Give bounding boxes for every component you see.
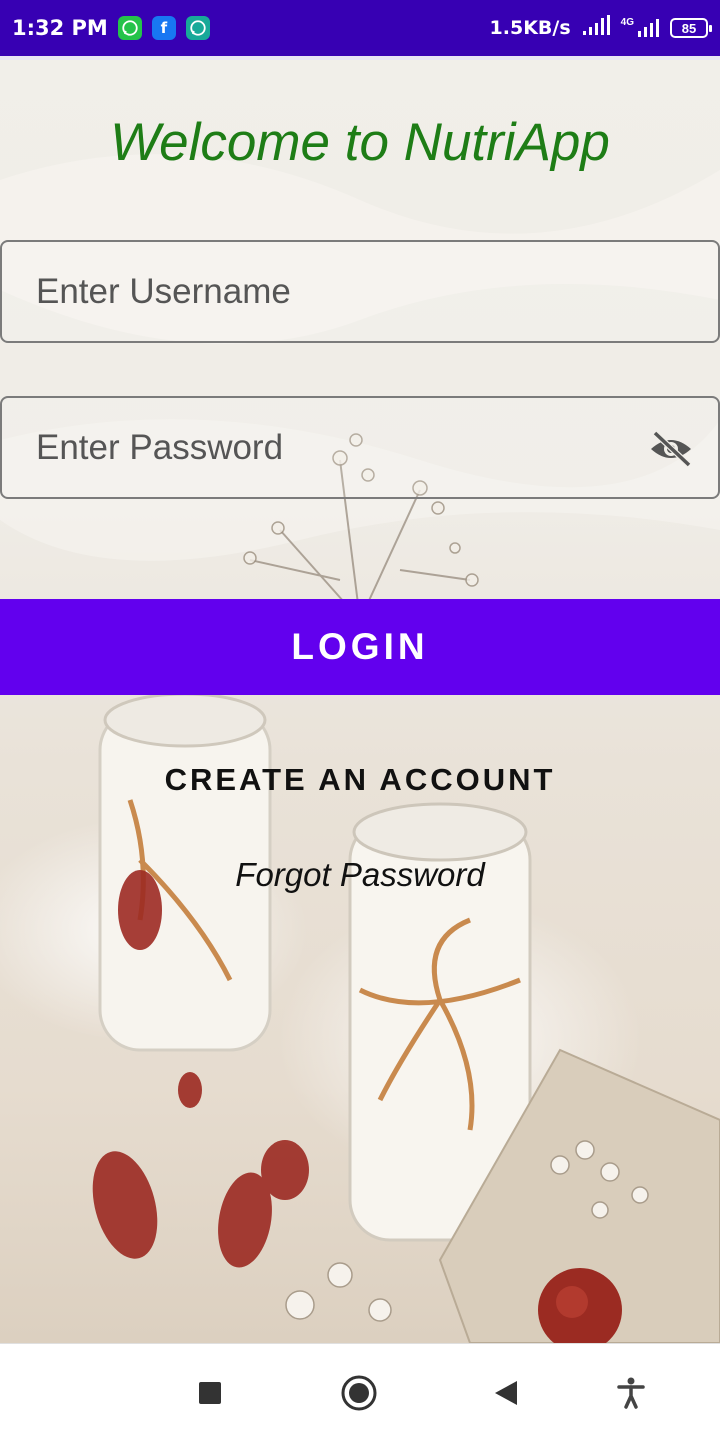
network-type-4g: 4G [621, 17, 660, 39]
username-field[interactable] [0, 240, 720, 343]
login-button[interactable]: LOGIN [0, 599, 720, 695]
whatsapp-business-icon [185, 16, 210, 40]
status-time: 1:32 PM [12, 16, 108, 40]
accessibility-icon [617, 1377, 645, 1409]
recents-icon [199, 1382, 221, 1404]
facebook-icon: f [151, 16, 176, 40]
home-button[interactable] [338, 1372, 380, 1414]
back-button[interactable] [485, 1372, 527, 1414]
recents-button[interactable] [189, 1372, 231, 1414]
home-icon [341, 1375, 377, 1411]
signal-icon [581, 14, 611, 42]
password-input[interactable] [34, 426, 598, 469]
toggle-password-visibility-button[interactable] [648, 426, 694, 472]
accessibility-button[interactable] [610, 1372, 652, 1414]
username-input[interactable] [34, 270, 598, 313]
password-field[interactable] [0, 396, 720, 499]
back-icon [495, 1381, 517, 1405]
network-speed: 1.5KB/s [489, 17, 571, 39]
whatsapp-icon [117, 16, 142, 40]
battery-level: 85 [681, 20, 697, 36]
create-account-button[interactable]: CREATE AN ACCOUNT [0, 762, 720, 798]
forgot-password-link[interactable]: Forgot Password [0, 856, 720, 894]
battery-icon: 85 [670, 18, 712, 38]
status-bar: 1:32 PM f 1.5KB/s 4G 85 [0, 0, 720, 56]
welcome-title: Welcome to NutriApp [110, 113, 610, 172]
status-right: 1.5KB/s 4G 85 [489, 14, 712, 42]
navigation-bar [0, 1343, 720, 1441]
status-left: 1:32 PM f [12, 16, 210, 40]
eye-off-icon [651, 430, 692, 468]
